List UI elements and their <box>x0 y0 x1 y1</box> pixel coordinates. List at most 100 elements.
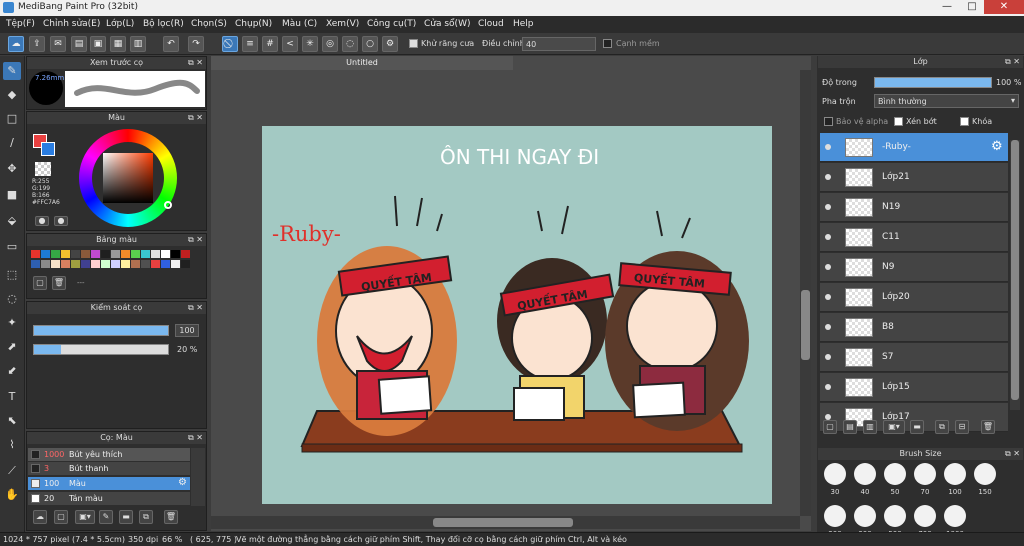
eye-icon[interactable] <box>825 234 831 240</box>
lasso-tool-icon[interactable]: ◌ <box>3 290 21 308</box>
eye-icon[interactable] <box>825 204 831 210</box>
palette-swatch[interactable] <box>31 260 40 268</box>
ellipse-snap-icon[interactable]: ○ <box>362 36 378 52</box>
soft-edge-checkbox[interactable] <box>603 39 612 48</box>
palette-swatch[interactable] <box>51 250 60 258</box>
panel-close-icon[interactable]: ⧉ ✕ <box>188 112 203 124</box>
settings-icon[interactable]: ⚙ <box>382 36 398 52</box>
panel-close-icon[interactable]: ⧉ ✕ <box>188 234 203 246</box>
brush-size-option[interactable] <box>974 463 996 485</box>
new-8bit-layer-icon[interactable]: ▥ <box>863 420 877 434</box>
palette-swatch[interactable] <box>81 250 90 258</box>
folder-icon[interactable]: ▬ <box>119 510 133 524</box>
curve-snap-icon[interactable]: ◌ <box>342 36 358 52</box>
brush-tool-icon[interactable]: ✎ <box>3 62 21 80</box>
panel-close-icon[interactable]: ⧉ ✕ <box>188 432 203 444</box>
menu-file[interactable]: Tệp(F) <box>6 19 35 29</box>
magic-wand-icon[interactable]: ✦ <box>3 314 21 332</box>
hand-tool-icon[interactable]: ✋ <box>3 486 21 504</box>
antialias-checkbox[interactable] <box>409 39 418 48</box>
palette-swatch[interactable] <box>81 260 90 268</box>
palette-swatch[interactable] <box>161 250 170 258</box>
menu-select[interactable]: Chọn(S) <box>191 19 227 29</box>
layer-row[interactable]: N9 <box>820 253 1008 282</box>
redo-icon[interactable]: ↷ <box>188 36 204 52</box>
drawing-canvas[interactable]: ÔN THI NGAY ĐI -Ruby- QUYẾT TÂM QUYẾT TÂ… <box>262 126 772 504</box>
brush-size-option[interactable] <box>884 505 906 527</box>
brush-size-option[interactable] <box>914 505 936 527</box>
background-swatch[interactable] <box>41 142 55 156</box>
horizontal-scroll-thumb[interactable] <box>433 518 573 527</box>
vertical-scroll-thumb[interactable] <box>801 290 810 360</box>
add-brush-icon[interactable]: ▣▾ <box>75 510 95 524</box>
hue-handle[interactable] <box>164 201 172 209</box>
cloud-brush-icon[interactable]: ☁ <box>33 510 47 524</box>
select-eraser-icon[interactable]: ⬋ <box>3 362 21 380</box>
gradient-tool-icon[interactable]: ▭ <box>3 238 21 256</box>
palette-swatch[interactable] <box>71 250 80 258</box>
add-layer-menu-icon[interactable]: ▣▾ <box>883 420 905 434</box>
brush-size-option[interactable] <box>944 505 966 527</box>
palette-swatch[interactable] <box>121 260 130 268</box>
folder-layer-icon[interactable]: ▬ <box>910 420 924 434</box>
palette-more[interactable]: --- <box>77 279 85 287</box>
share-icon[interactable]: ⇪ <box>29 36 45 52</box>
blend-select[interactable]: Bình thường ▾ <box>874 94 1019 108</box>
palette-swatch[interactable] <box>61 250 70 258</box>
layer-row[interactable]: C11 <box>820 223 1008 252</box>
palette-swatch[interactable] <box>151 260 160 268</box>
layer-row[interactable]: -Ruby- ⚙ <box>820 133 1008 162</box>
lock-checkbox[interactable] <box>960 117 969 126</box>
brush-size-option[interactable] <box>914 463 936 485</box>
transparent-swatch[interactable] <box>35 162 51 176</box>
saturation-square[interactable] <box>103 153 153 203</box>
merge-layer-icon[interactable]: ⊟ <box>955 420 969 434</box>
palette-swatch[interactable] <box>91 250 100 258</box>
tab-untitled[interactable]: Untitled <box>211 56 513 70</box>
copy-brush-icon[interactable]: ⧉ <box>139 510 153 524</box>
palette-swatch[interactable] <box>151 250 160 258</box>
brush-size-option[interactable] <box>944 463 966 485</box>
undo-icon[interactable]: ↶ <box>163 36 179 52</box>
layer-row[interactable]: N19 <box>820 193 1008 222</box>
menu-color[interactable]: Màu (C) <box>282 19 317 29</box>
move-tool-icon[interactable]: ✥ <box>3 160 21 178</box>
comment-icon[interactable]: ✉ <box>50 36 66 52</box>
eye-icon[interactable] <box>825 354 831 360</box>
layer-scrollbar[interactable] <box>1010 140 1020 410</box>
menu-capture[interactable]: Chụp(N) <box>235 19 272 29</box>
palette-swatch[interactable] <box>31 250 40 258</box>
bucket-tool-icon[interactable]: ⬙ <box>3 212 21 230</box>
cross-snap-icon[interactable]: # <box>262 36 278 52</box>
eye-icon[interactable] <box>825 264 831 270</box>
palette-swatch[interactable] <box>111 250 120 258</box>
palette-swatch[interactable] <box>101 260 110 268</box>
eye-icon[interactable] <box>825 384 831 390</box>
panel-close-icon[interactable]: ⧉ ✕ <box>1005 56 1020 68</box>
line-tool-icon[interactable]: ∕ <box>3 134 21 152</box>
parallel-snap-icon[interactable]: ≡ <box>242 36 258 52</box>
new-layer-icon[interactable]: ▢ <box>823 420 837 434</box>
cloud-icon[interactable]: ☁ <box>8 36 24 52</box>
add-swatch-icon[interactable]: ▢ <box>33 276 47 290</box>
palette-swatch[interactable] <box>51 260 60 268</box>
duplicate-layer-icon[interactable]: ⧉ <box>935 420 949 434</box>
size-slider[interactable] <box>33 325 169 336</box>
menu-layer[interactable]: Lớp(L) <box>106 19 134 29</box>
panel-close-icon[interactable]: ⧉ ✕ <box>188 302 203 314</box>
edit-brush-icon[interactable]: ✎ <box>99 510 113 524</box>
no-snap-icon[interactable]: ⃠ <box>222 36 238 52</box>
brush-item[interactable]: 100 Màu ⚙ <box>28 477 190 490</box>
select-pen-icon[interactable]: ⬈ <box>3 338 21 356</box>
protect-alpha-checkbox[interactable] <box>824 117 833 126</box>
delete-swatch-icon[interactable]: 🗑 <box>52 276 66 290</box>
brush-item[interactable]: 3 Bút thanh <box>28 462 190 475</box>
select-tool-icon[interactable]: ⬚ <box>3 266 21 284</box>
hue-ring[interactable] <box>79 129 177 227</box>
text-tool-icon[interactable]: T <box>3 388 21 406</box>
palette-swatch[interactable] <box>91 260 100 268</box>
delete-brush-icon[interactable]: 🗑 <box>164 510 178 524</box>
rect-fill-tool-icon[interactable]: ■ <box>3 186 21 204</box>
menu-edit[interactable]: Chỉnh sửa(E) <box>43 19 100 29</box>
menu-help[interactable]: Help <box>513 19 534 29</box>
